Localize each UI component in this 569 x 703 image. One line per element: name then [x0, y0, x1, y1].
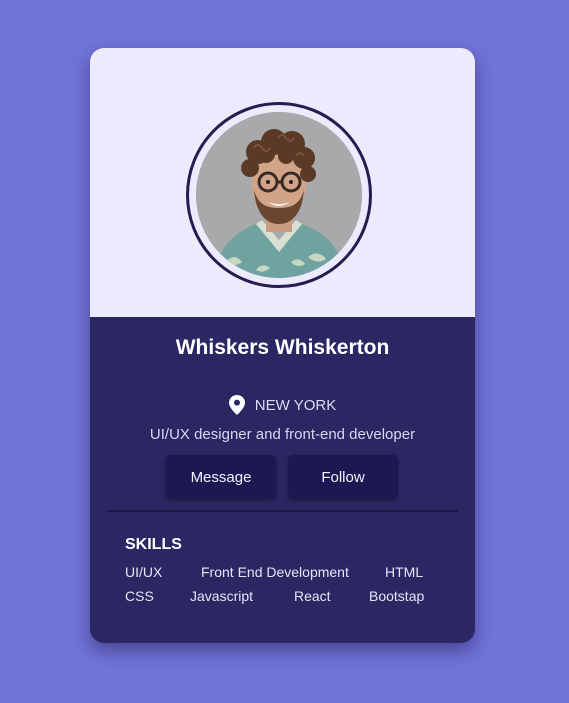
skill-tag: Bootstap: [369, 588, 425, 604]
profile-card: Whiskers Whiskerton NEW YORK UI/UX desig…: [90, 48, 475, 643]
follow-button[interactable]: Follow: [288, 455, 398, 499]
card-header: [90, 48, 475, 317]
profile-name: Whiskers Whiskerton: [175, 336, 390, 359]
skill-tag: React: [294, 588, 331, 604]
skill-tag: CSS: [125, 588, 154, 604]
message-button[interactable]: Message: [166, 455, 276, 499]
avatar-ring: [186, 102, 372, 288]
profile-location: NEW YORK: [90, 395, 475, 415]
location-text: NEW YORK: [254, 396, 337, 414]
profile-bio: UI/UX designer and front-end developer: [149, 426, 416, 443]
skill-tag: UI/UX: [125, 564, 163, 580]
avatar: [196, 112, 362, 278]
divider: [107, 510, 458, 512]
skill-tag: Javascript: [190, 588, 254, 604]
skill-tag: HTML: [385, 564, 424, 580]
location-pin-icon: [228, 395, 245, 415]
avatar-image: [196, 112, 362, 278]
skills-title: SKILLS: [125, 536, 182, 553]
skill-tag: Front End Development: [201, 564, 349, 580]
